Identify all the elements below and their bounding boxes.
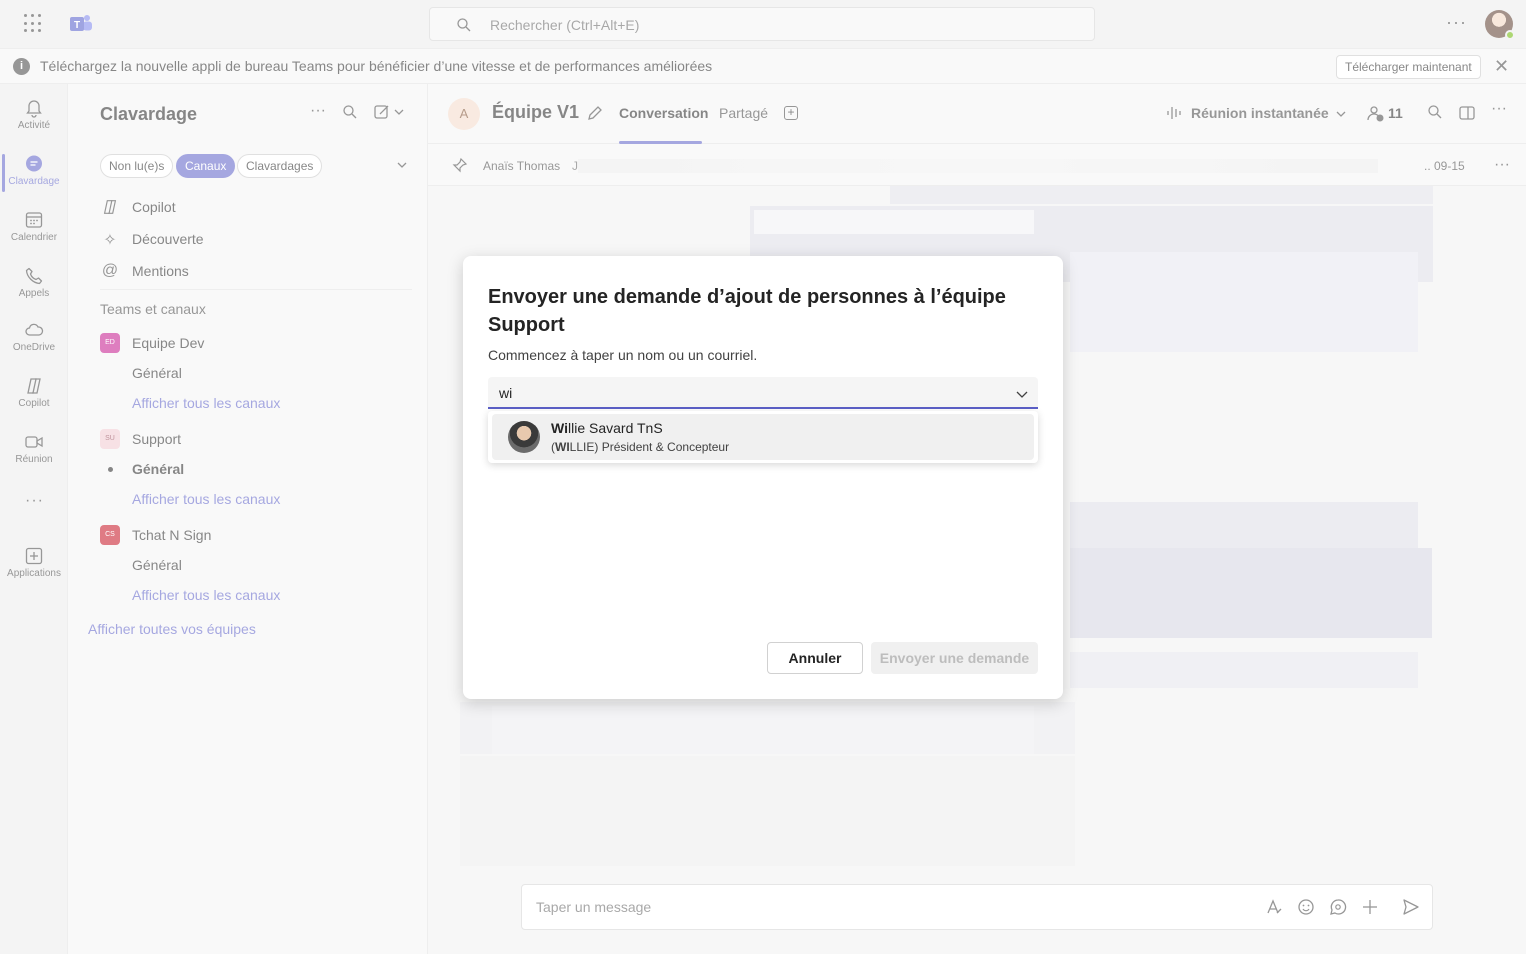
name-rest: llie Savard TnS [567, 420, 663, 436]
match-highlight: Wi [551, 420, 568, 436]
avatar [508, 421, 540, 453]
suggestion-dropdown: Willie Savard TnS (WILLIE) Président & C… [488, 411, 1038, 463]
send-request-button[interactable]: Envoyer une demande [871, 642, 1038, 674]
cancel-button[interactable]: Annuler [767, 642, 863, 674]
chevron-down-icon[interactable] [1015, 387, 1029, 401]
people-search-input[interactable] [499, 382, 999, 404]
dialog-title: Envoyer une demande d’ajout de personnes… [488, 286, 1006, 336]
dialog-subtitle: Commencez à taper un nom ou un courriel. [488, 347, 758, 363]
suggestion-name: Willie Savard TnS [551, 420, 663, 436]
people-picker[interactable] [488, 377, 1038, 409]
add-people-dialog: Envoyer une demande d’ajout de personnes… [463, 256, 1063, 699]
desc-rest: LLIE) Président & Concepteur [569, 440, 730, 454]
match-highlight: WI [555, 440, 570, 454]
suggestion-description: (WILLIE) Président & Concepteur [551, 440, 729, 454]
suggestion-item[interactable]: Willie Savard TnS (WILLIE) Président & C… [492, 414, 1034, 460]
